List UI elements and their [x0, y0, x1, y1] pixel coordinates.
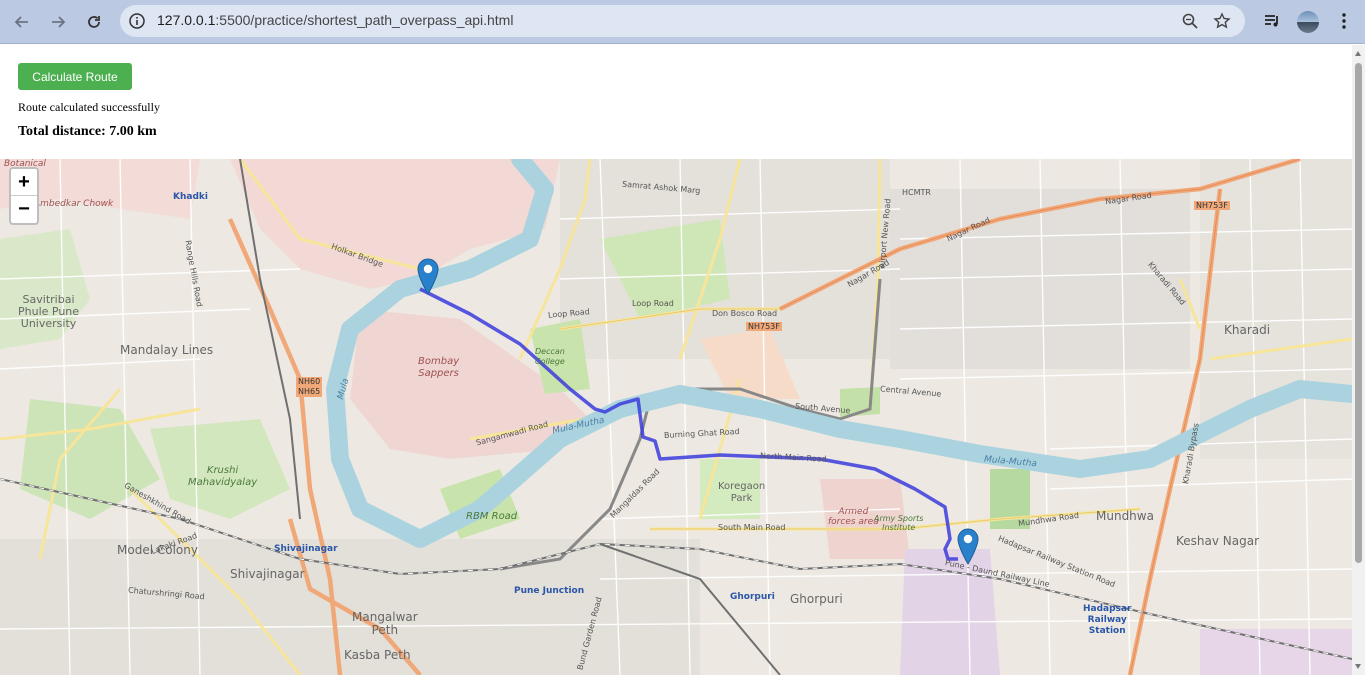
map-label: Deccan College [535, 347, 565, 366]
map-label: NH753F [746, 322, 782, 331]
map-label: Kharadi [1224, 323, 1271, 337]
map-label: Savitribai Phule Pune University [18, 293, 80, 330]
address-bar[interactable]: 127.0.0.1:5500/practice/shortest_path_ov… [120, 5, 1245, 37]
map-label: Mangalwar Peth [352, 610, 418, 637]
profile-avatar[interactable] [1297, 11, 1319, 33]
map-label: Shivajinagar [274, 544, 338, 554]
back-button[interactable] [8, 8, 36, 36]
reload-button[interactable] [80, 8, 108, 36]
map-label: Mundhwa [1096, 509, 1154, 523]
calculate-route-button[interactable]: Calculate Route [18, 63, 132, 90]
map-label: RBM Road [466, 511, 518, 522]
end-marker-icon[interactable] [956, 527, 980, 565]
page-content: Calculate Route Route calculated success… [0, 45, 1352, 675]
map-label: South Main Road [718, 523, 786, 532]
map-label: Hadapsar Railway Station [1083, 604, 1132, 636]
start-marker-icon[interactable] [416, 257, 440, 295]
bookmark-star-icon[interactable] [1213, 12, 1231, 30]
map-label: Armed forces area [828, 507, 879, 527]
map-label: Krushi Mahavidyalay [188, 465, 258, 488]
zoom-out-button[interactable]: − [11, 196, 37, 223]
back-arrow-icon [14, 16, 28, 28]
map-label: Keshav Nagar [1176, 534, 1260, 548]
forward-arrow-icon [52, 16, 66, 28]
total-distance: Total distance: 7.00 km [18, 124, 157, 139]
reload-icon [88, 16, 100, 28]
map-label: Khadki [173, 192, 208, 202]
map-label: NH753F [1194, 201, 1230, 210]
map-label: Ambedkar Chowk [34, 199, 114, 209]
map-label: Kasba Peth [344, 648, 411, 662]
menu-kebab-icon[interactable] [1334, 11, 1354, 31]
map-label: Pune Junction [514, 586, 585, 596]
url-text: 127.0.0.1:5500/practice/shortest_path_ov… [157, 12, 513, 28]
zoom-in-button[interactable]: + [11, 169, 37, 196]
map-view[interactable]: Botanical Khadki Ambedkar Chowk Savitrib… [0, 159, 1352, 675]
map-label: Koregaon Park [718, 481, 766, 504]
browser-toolbar: 127.0.0.1:5500/practice/shortest_path_ov… [0, 0, 1365, 44]
url-host: 127.0.0.1 [157, 12, 216, 28]
forward-button[interactable] [44, 8, 72, 36]
map-label: HCMTR [902, 188, 931, 197]
map-label: Shivajinagar [230, 567, 305, 581]
map-label: Bombay Sappers [418, 356, 460, 379]
scrollbar-thumb[interactable] [1355, 63, 1362, 563]
status-message: Route calculated successfully [18, 100, 160, 114]
map-label: Don Bosco Road [712, 309, 778, 318]
url-path: :5500/practice/shortest_path_overpass_ap… [215, 12, 514, 28]
page-scrollbar[interactable] [1352, 45, 1365, 675]
media-controls-icon[interactable] [1262, 11, 1282, 31]
map-label: Ghorpuri [730, 592, 775, 602]
scroll-down-arrow-icon[interactable] [1355, 664, 1361, 669]
map-label: Army Sports Institute [874, 514, 924, 532]
site-info-icon[interactable] [128, 12, 146, 30]
zoom-icon[interactable] [1181, 12, 1199, 30]
map-label: Mandalay Lines [120, 343, 214, 357]
zoom-control: + − [9, 167, 39, 225]
map-label: NH60 NH65 [296, 377, 323, 397]
scroll-up-arrow-icon[interactable] [1355, 51, 1361, 56]
map-label: Ghorpuri [790, 592, 843, 606]
map-label: Loop Road [632, 299, 674, 308]
